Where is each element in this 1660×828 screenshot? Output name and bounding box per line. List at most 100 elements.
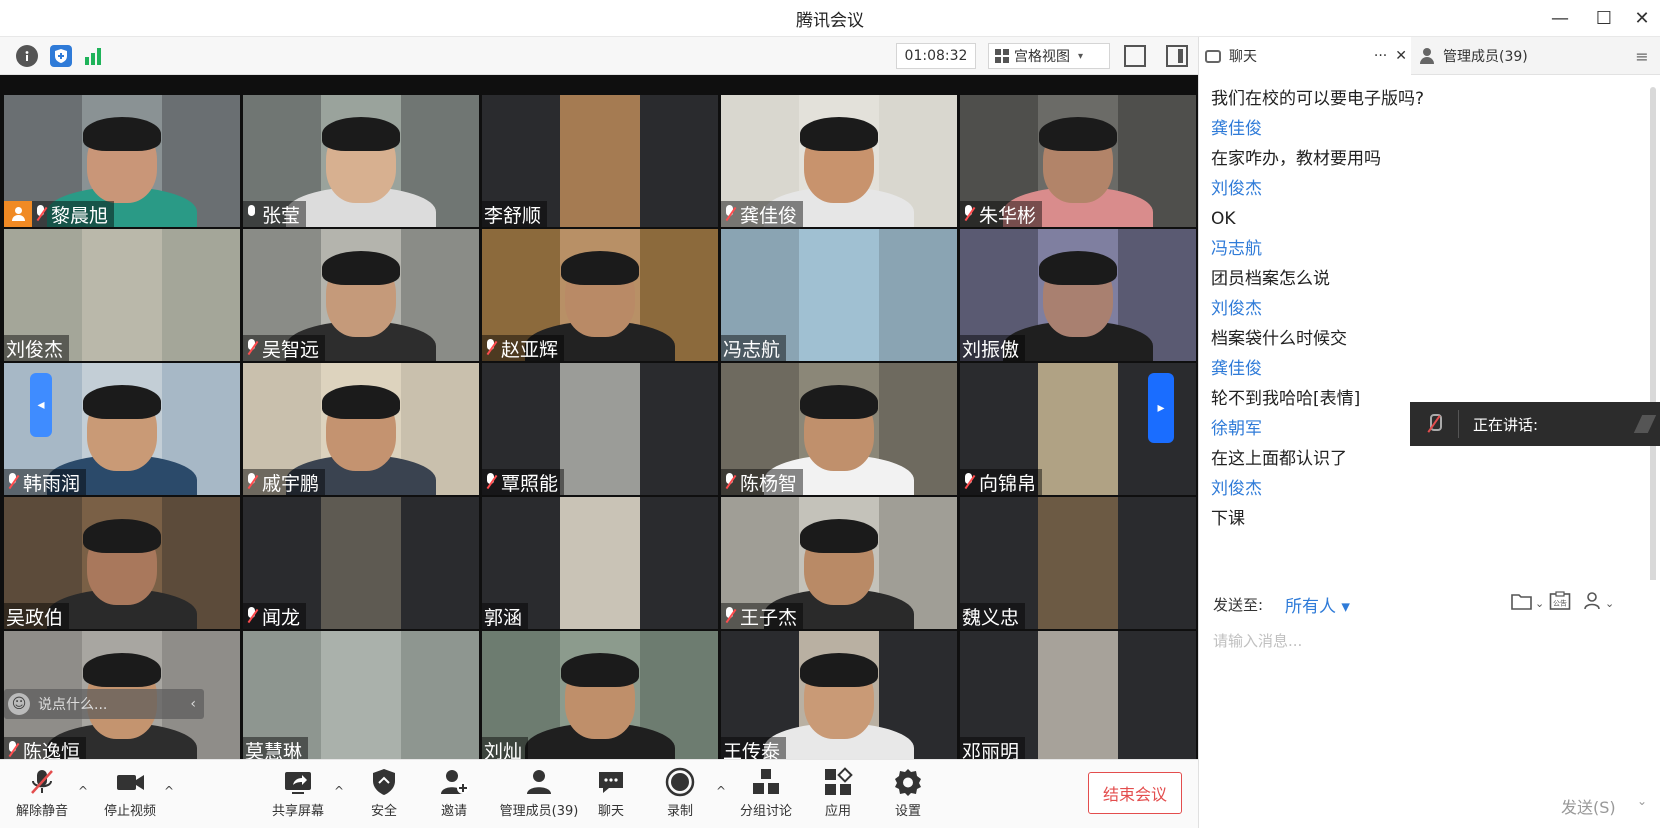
participant-tile[interactable]: 李舒顺 <box>482 95 718 227</box>
mic-muted-icon <box>245 607 259 625</box>
record-options-icon[interactable]: ^ <box>716 784 726 798</box>
manage-members-button[interactable]: 管理成员(39) <box>498 766 580 824</box>
participant-face <box>800 519 878 605</box>
participant-tile[interactable]: 龚佳俊 <box>721 95 957 227</box>
participant-name: 黎晨旭 <box>51 204 109 227</box>
message-input[interactable]: 请输入消息... <box>1213 630 1302 651</box>
share-screen-button[interactable]: 共享屏幕 <box>262 766 334 824</box>
previous-page-button[interactable]: ◂ <box>30 373 52 437</box>
quick-chat-bar[interactable]: ☺ 说点什么... ‹ <box>4 689 204 719</box>
shield-icon[interactable] <box>50 45 72 67</box>
participant-tile[interactable]: 郭涵 <box>482 497 718 629</box>
participant-name: 韩雨润 <box>23 472 81 495</box>
unmute-button[interactable]: 解除静音 <box>6 766 78 824</box>
participant-name-tag: 向锦帛 <box>960 469 1043 495</box>
participant-tile[interactable]: 王传泰 <box>721 631 957 763</box>
end-meeting-button[interactable]: 结束会议 <box>1088 772 1182 814</box>
emoji-icon[interactable]: ☺ <box>8 693 30 715</box>
video-options-icon[interactable]: ^ <box>164 784 174 798</box>
participant-tile[interactable]: 魏义忠 <box>960 497 1196 629</box>
stop-video-button[interactable]: 停止视频 <box>94 766 166 824</box>
fullscreen-icon[interactable] <box>1124 45 1146 67</box>
video-feed-strip <box>1037 363 1119 495</box>
chat-sender-name[interactable]: 刘俊杰 <box>1211 177 1262 201</box>
participant-tile[interactable]: 覃照能 <box>482 363 718 495</box>
info-icon[interactable] <box>16 45 38 67</box>
participant-tile[interactable]: 冯志航 <box>721 229 957 361</box>
participant-tile[interactable]: 朱华彬 <box>960 95 1196 227</box>
participant-face <box>83 117 161 203</box>
chat-message-text: 档案袋什么时候交 <box>1211 329 1347 349</box>
security-button[interactable]: 安全 <box>348 766 420 824</box>
record-button[interactable]: 录制 <box>644 766 716 824</box>
participant-tile[interactable]: 闻龙 <box>243 497 479 629</box>
meeting-timer: 01:08:32 <box>896 43 976 69</box>
chat-sender-name[interactable]: 冯志航 <box>1211 237 1262 261</box>
participant-name: 李舒顺 <box>484 204 542 227</box>
sidebar-toggle-icon[interactable] <box>1166 45 1188 67</box>
record-icon <box>664 766 696 798</box>
participant-tile[interactable]: 陈杨智 <box>721 363 957 495</box>
breakout-rooms-button[interactable]: 分组讨论 <box>730 766 802 824</box>
tab-members-label: 管理成员(39) <box>1443 49 1528 65</box>
participant-tile[interactable]: 戚宇鹏 <box>243 363 479 495</box>
audio-options-icon[interactable]: ^ <box>78 784 88 798</box>
next-page-button[interactable]: ▸ <box>1148 373 1174 443</box>
camera-icon <box>114 766 146 798</box>
collapse-icon[interactable]: ‹ <box>190 696 196 712</box>
participant-tile[interactable]: 黎晨旭 <box>4 95 240 227</box>
view-mode-label: 宫格视图 <box>1014 49 1070 65</box>
participant-name-tag: 郭涵 <box>482 603 529 629</box>
apps-button[interactable]: 应用 <box>802 766 874 824</box>
send-button[interactable]: 发送(S) <box>1561 794 1616 818</box>
chat-sender-name[interactable]: 龚佳俊 <box>1211 117 1262 141</box>
mic-muted-icon <box>6 473 20 491</box>
chat-scrollbar[interactable] <box>1650 87 1656 587</box>
chat-sender-name[interactable]: 刘俊杰 <box>1211 297 1262 321</box>
invite-user-icon <box>438 766 470 798</box>
participant-name: 向锦帛 <box>979 472 1037 495</box>
participant-tile[interactable]: 赵亚辉 <box>482 229 718 361</box>
chat-sender-name[interactable]: 徐朝军 <box>1211 417 1262 441</box>
participant-tile[interactable]: 吴政伯 <box>4 497 240 629</box>
send-options-icon[interactable]: ⌄ <box>1637 794 1647 808</box>
participant-tile[interactable]: 王子杰 <box>721 497 957 629</box>
chat-message-text: OK <box>1211 209 1236 229</box>
member-select-tool[interactable]: ⌄ <box>1583 592 1614 614</box>
participant-name-tag: 朱华彬 <box>960 201 1043 227</box>
tab-chat[interactable]: 聊天 ··· ✕ <box>1199 37 1411 75</box>
close-window-button[interactable]: ✕ <box>1622 0 1660 37</box>
send-to-select[interactable]: 所有人 ▾ <box>1285 592 1350 617</box>
view-mode-select[interactable]: 宫格视图 ▾ <box>988 43 1110 69</box>
participant-tile[interactable]: 张莹 <box>243 95 479 227</box>
notice-tool[interactable]: 公告 <box>1549 591 1571 614</box>
participant-tile[interactable]: 莫慧琳 <box>243 631 479 763</box>
minimize-button[interactable]: — <box>1540 0 1580 37</box>
chat-sender-name[interactable]: 龚佳俊 <box>1211 357 1262 381</box>
signal-strength-icon[interactable] <box>82 45 104 67</box>
participant-tile[interactable]: 刘振傲 <box>960 229 1196 361</box>
participant-face <box>800 653 878 739</box>
pen-icon[interactable] <box>1633 415 1657 433</box>
maximize-button[interactable]: ☐ <box>1584 0 1624 37</box>
chat-button[interactable]: 聊天 <box>575 766 647 824</box>
more-options-icon[interactable]: ··· <box>1374 48 1387 64</box>
participant-tile[interactable]: 邓丽明 <box>960 631 1196 763</box>
folder-tool[interactable]: ⌄ <box>1511 592 1544 614</box>
participant-tile[interactable]: 刘灿 <box>482 631 718 763</box>
participant-tile[interactable]: 吴智远 <box>243 229 479 361</box>
participant-name: 戚宇鹏 <box>262 472 320 495</box>
chat-sender-name[interactable]: 刘俊杰 <box>1211 477 1262 501</box>
participant-face <box>800 117 878 203</box>
tab-members[interactable]: 管理成员(39) <box>1413 37 1613 75</box>
invite-button[interactable]: 邀请 <box>418 766 490 824</box>
participant-name: 赵亚辉 <box>501 338 559 361</box>
apps-label: 应用 <box>824 804 851 819</box>
participant-name: 魏义忠 <box>962 606 1020 629</box>
mic-muted-icon <box>34 205 48 223</box>
participant-tile[interactable]: 刘俊杰 <box>4 229 240 361</box>
close-chat-icon[interactable]: ✕ <box>1395 48 1407 64</box>
settings-button[interactable]: 设置 <box>872 766 944 824</box>
share-options-icon[interactable]: ^ <box>334 784 344 798</box>
panel-menu-icon[interactable]: ≡ <box>1623 37 1660 75</box>
